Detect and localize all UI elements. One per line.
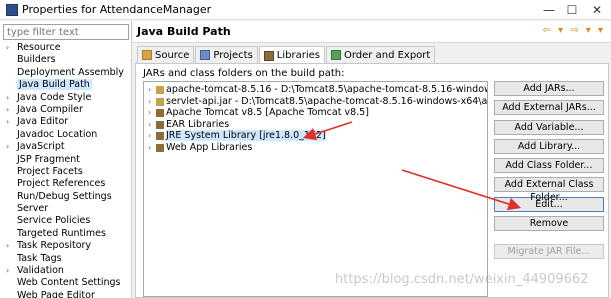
- tree-item-deployment-assembly[interactable]: Deployment Assembly: [0, 67, 132, 79]
- edit-button[interactable]: Edit...: [494, 196, 604, 212]
- tree-item-run-debug-settings[interactable]: Run/Debug Settings: [0, 191, 132, 203]
- list-item-web-app-libraries[interactable]: › Web App Libraries: [144, 142, 487, 154]
- tree-item-validation[interactable]: › Validation: [0, 265, 132, 277]
- tree-item-java-build-path[interactable]: Java Build Path: [0, 79, 132, 91]
- tree-item-targeted-runtimes[interactable]: Targeted Runtimes: [0, 228, 132, 240]
- list-item-jre-system-library[interactable]: › JRE System Library [jre1.8.0_162]: [144, 130, 487, 142]
- tree-item-web-page-editor[interactable]: Web Page Editor: [0, 290, 132, 298]
- expand-arrow-icon[interactable]: ›: [148, 142, 151, 154]
- list-item-tomcat-jar[interactable]: › apache-tomcat-8.5.16 - D:\Tomcat8.5\apa…: [144, 84, 487, 96]
- add-external-class-folder-button[interactable]: Add External Class Folder...: [494, 177, 604, 203]
- list-label: JARs and class folders on the build path…: [143, 68, 345, 79]
- property-tree: › Resource Builders Deployment Assembly J…: [0, 42, 132, 298]
- tab-bar: Source Projects Libraries Order and Expo…: [137, 46, 436, 64]
- jar-icon: [156, 86, 164, 94]
- list-item-apache-tomcat-library[interactable]: › Apache Tomcat v8.5 [Apache Tomcat v8.5]: [144, 107, 487, 119]
- tree-item-jsp-fragment[interactable]: JSP Fragment: [0, 154, 132, 166]
- page-title: Java Build Path: [137, 25, 231, 38]
- tree-item-builders[interactable]: Builders: [0, 54, 132, 66]
- tab-source[interactable]: Source: [137, 46, 195, 63]
- expand-arrow-icon[interactable]: ›: [6, 116, 9, 128]
- libraries-panel: JARs and class folders on the build path…: [135, 63, 609, 298]
- expand-arrow-icon[interactable]: ›: [6, 104, 9, 116]
- migrate-jar-file-button[interactable]: Migrate JAR File...: [494, 244, 604, 260]
- expand-arrow-icon[interactable]: ›: [148, 84, 151, 96]
- library-list[interactable]: › apache-tomcat-8.5.16 - D:\Tomcat8.5\apa…: [143, 81, 488, 297]
- window-title: Properties for AttendanceManager: [22, 3, 212, 16]
- list-item-servlet-api-jar[interactable]: › servlet-api.jar - D:\Tomcat8.5\apache-t…: [144, 96, 487, 108]
- close-button[interactable]: ✕: [588, 2, 606, 18]
- expand-arrow-icon[interactable]: ›: [6, 141, 9, 153]
- eclipse-app-icon: [6, 3, 18, 16]
- history-nav-buttons[interactable]: ⇦ ▾ ⇨ ▾ ▾: [542, 25, 605, 36]
- order-export-icon: [331, 50, 341, 60]
- tab-order-and-export[interactable]: Order and Export: [326, 46, 436, 63]
- maximize-button[interactable]: ☐: [563, 2, 581, 18]
- watermark: https://blog.csdn.net/weixin_44909662: [335, 272, 589, 287]
- tree-item-project-references[interactable]: Project References: [0, 178, 132, 190]
- add-jars-button[interactable]: Add JARs...: [494, 81, 604, 96]
- tree-item-java-editor[interactable]: › Java Editor: [0, 116, 132, 128]
- tab-projects[interactable]: Projects: [195, 46, 258, 63]
- tree-item-task-repository[interactable]: › Task Repository: [0, 240, 132, 252]
- tab-libraries[interactable]: Libraries: [258, 46, 325, 64]
- minimize-button[interactable]: —: [540, 2, 558, 18]
- filter-input[interactable]: [3, 24, 129, 40]
- page-header: Java Build Path ⇦ ▾ ⇨ ▾ ▾: [133, 21, 611, 43]
- library-icon: [156, 132, 164, 141]
- tree-item-java-compiler[interactable]: › Java Compiler: [0, 104, 132, 116]
- add-variable-button[interactable]: Add Variable...: [494, 119, 604, 135]
- libraries-icon: [263, 50, 274, 61]
- remove-button[interactable]: Remove: [494, 216, 604, 232]
- library-icon: [156, 120, 164, 129]
- tree-item-web-content-settings[interactable]: Web Content Settings: [0, 277, 132, 289]
- add-external-jars-button[interactable]: Add External JARs...: [494, 100, 604, 116]
- expand-arrow-icon[interactable]: ›: [148, 96, 151, 108]
- list-item-ear-libraries[interactable]: › EAR Libraries: [144, 119, 487, 131]
- property-pages-panel: ›Resource Builders Deployment Assembly J…: [0, 21, 132, 298]
- tree-item-server[interactable]: Server: [0, 203, 132, 215]
- tree-item-javascript[interactable]: › JavaScript: [0, 141, 132, 153]
- java-build-path-page: Java Build Path ⇦ ▾ ⇨ ▾ ▾ Source Project…: [133, 21, 611, 298]
- tree-item-resource[interactable]: › Resource: [0, 42, 132, 54]
- projects-icon: [200, 50, 211, 60]
- library-icon: [156, 109, 164, 118]
- source-folder-icon: [142, 50, 152, 60]
- button-column: Add JARs... Add External JARs... Add Var…: [494, 81, 606, 264]
- expand-arrow-icon[interactable]: ›: [6, 92, 9, 104]
- add-library-button[interactable]: Add Library...: [494, 138, 604, 154]
- library-icon: [156, 143, 164, 152]
- expand-arrow-icon[interactable]: ›: [148, 119, 151, 131]
- expand-arrow-icon[interactable]: ›: [148, 107, 151, 119]
- jar-icon: [156, 97, 164, 106]
- tree-item-task-tags[interactable]: Task Tags: [0, 253, 132, 265]
- expand-arrow-icon[interactable]: ›: [6, 240, 9, 252]
- expand-arrow-icon[interactable]: ›: [6, 265, 9, 277]
- tree-item-service-policies[interactable]: Service Policies: [0, 215, 132, 227]
- expand-arrow-icon[interactable]: ›: [148, 130, 151, 142]
- tree-item-project-facets[interactable]: Project Facets: [0, 166, 132, 178]
- tree-item-javadoc-location[interactable]: Javadoc Location: [0, 129, 132, 141]
- title-bar: Properties for AttendanceManager — ☐ ✕: [0, 0, 611, 20]
- tree-item-java-code-style[interactable]: › Java Code Style: [0, 92, 132, 104]
- add-class-folder-button[interactable]: Add Class Folder...: [494, 158, 604, 174]
- expand-arrow-icon[interactable]: ›: [6, 42, 9, 54]
